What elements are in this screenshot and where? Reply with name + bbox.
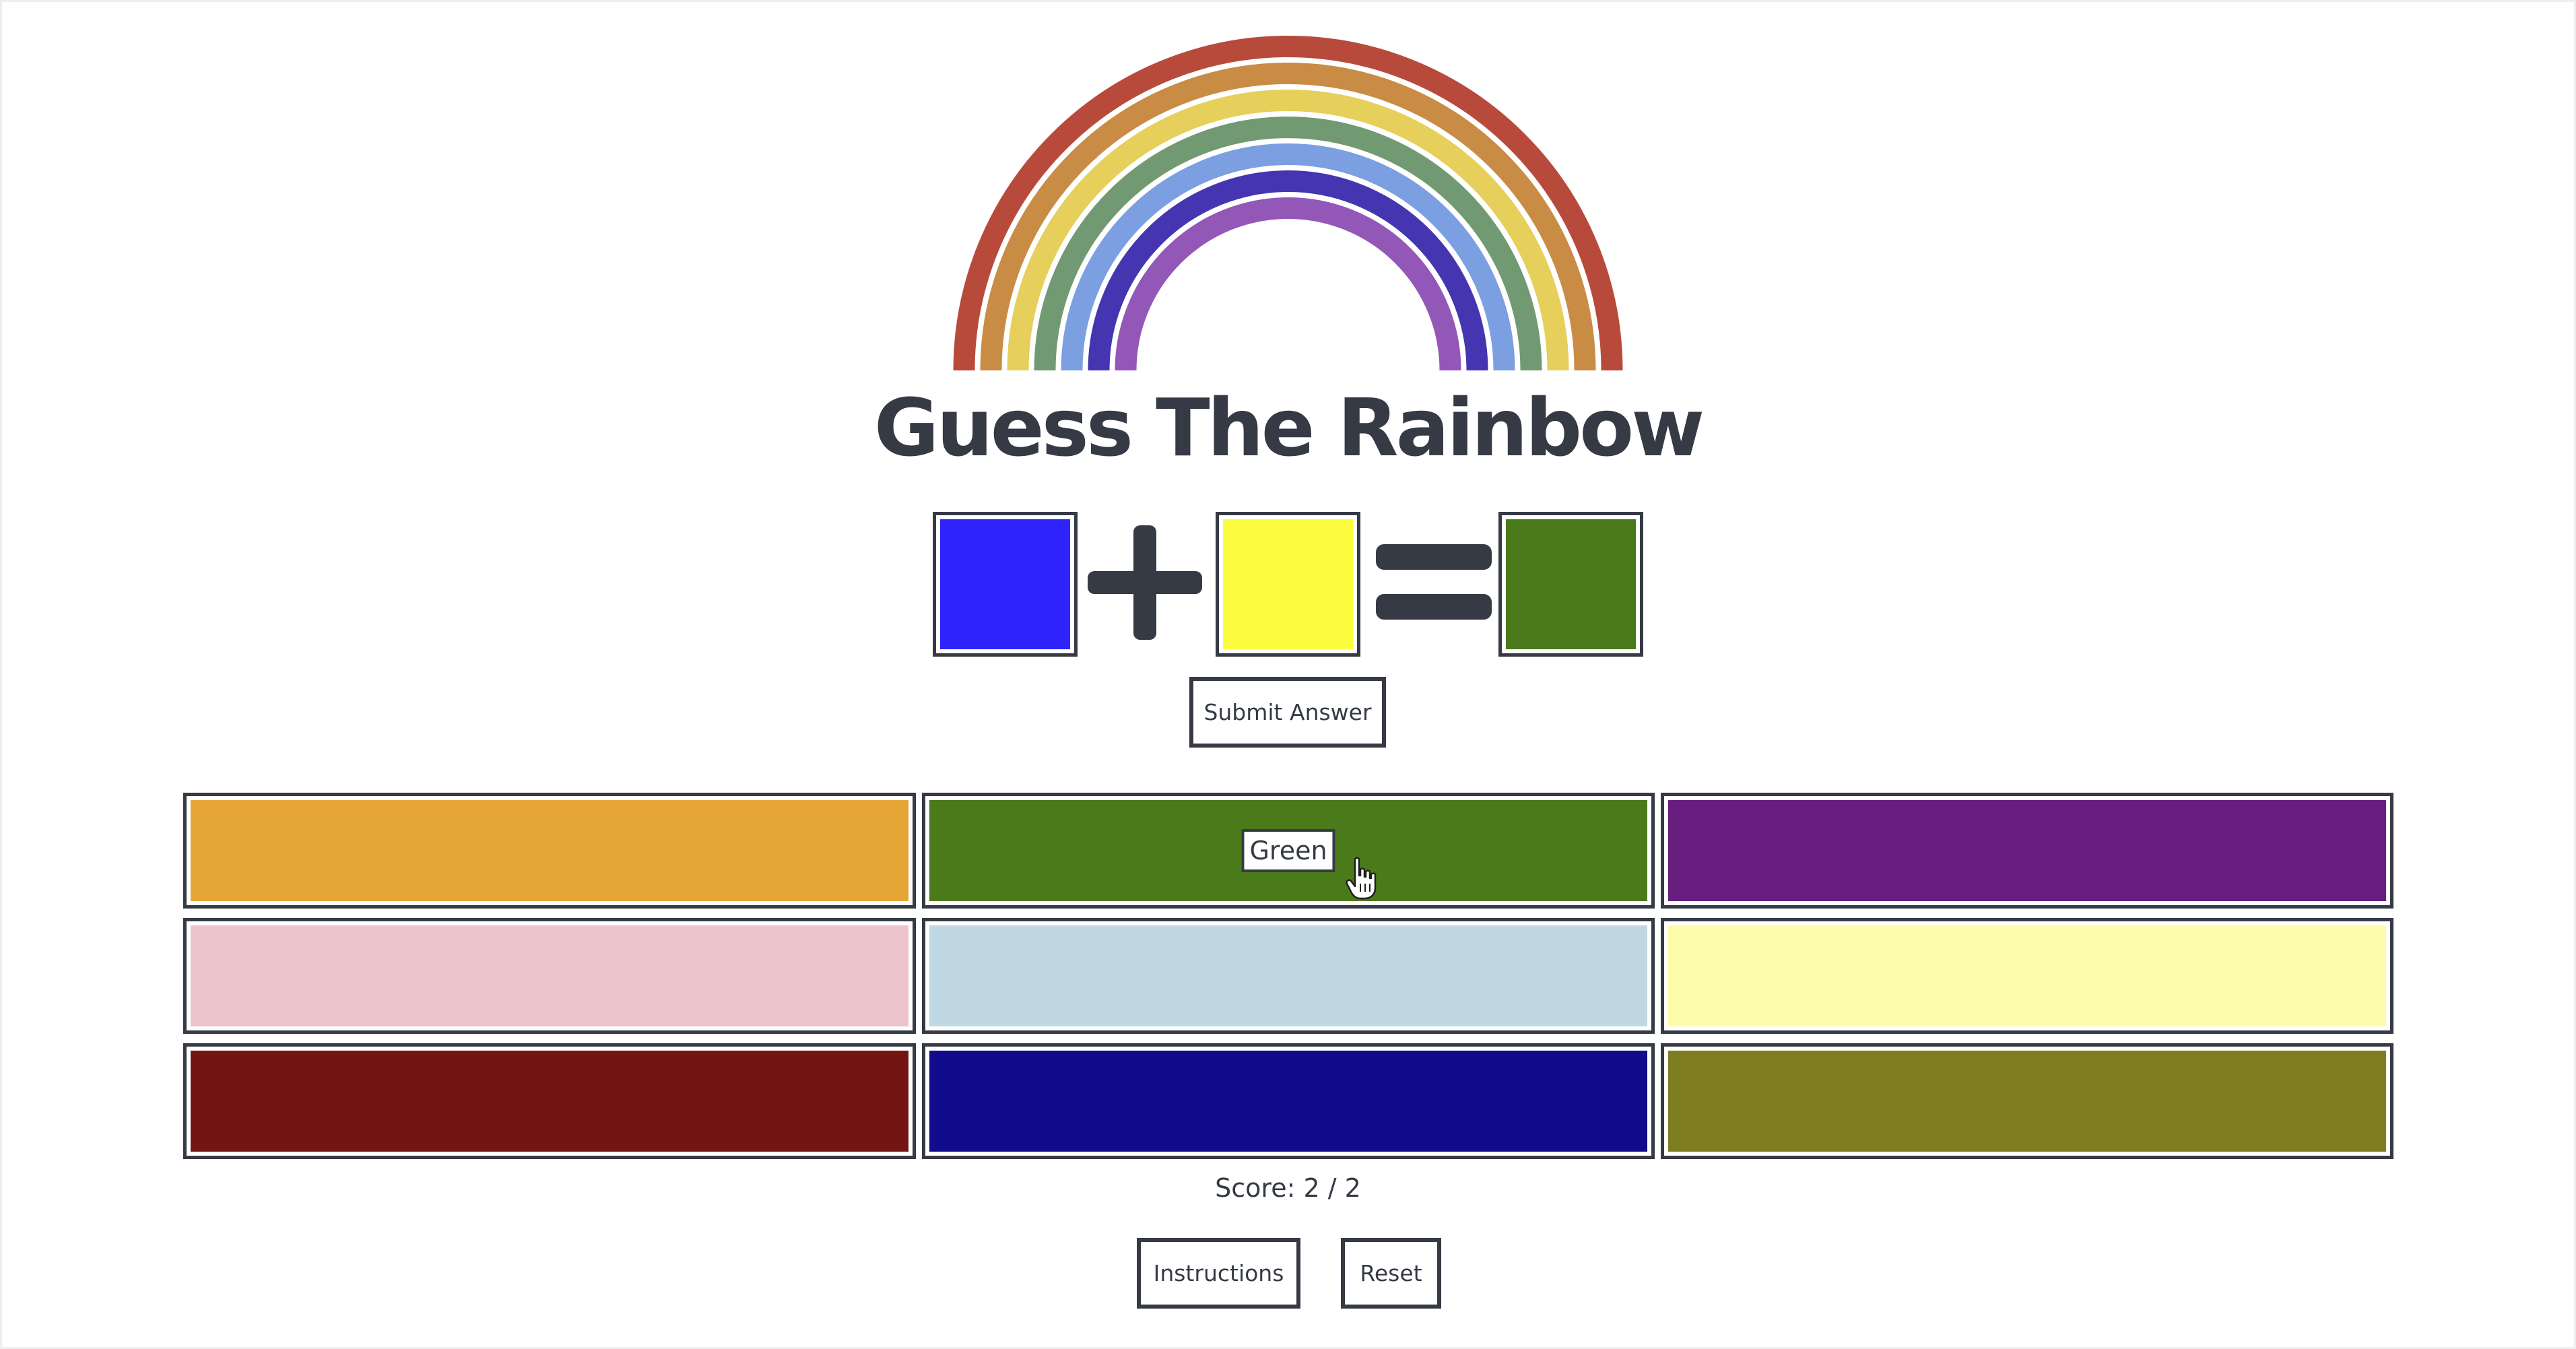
score-text: Score: 2 / 2 (1215, 1173, 1361, 1203)
color-option-8[interactable] (922, 1043, 1655, 1159)
hand-pointer-icon (1346, 857, 1377, 900)
color-option-5[interactable] (922, 918, 1655, 1034)
color-equation (933, 512, 1643, 657)
result-swatch (1498, 512, 1643, 657)
color-option-3[interactable] (1661, 793, 2393, 909)
color-option-fill (191, 925, 909, 1026)
color-option-4[interactable] (183, 918, 916, 1034)
operand-a-color (940, 519, 1070, 649)
page-title: Guess The Rainbow (873, 381, 1705, 474)
result-color (1506, 519, 1636, 649)
operand-b-swatch (1216, 512, 1360, 657)
color-option-fill (1668, 1051, 2386, 1152)
color-option-fill (1668, 800, 2386, 901)
color-options-grid: Green (183, 793, 2393, 1160)
color-option-hover-label: Green (1241, 829, 1335, 872)
instructions-button[interactable]: Instructions (1137, 1238, 1300, 1309)
submit-answer-button[interactable]: Submit Answer (1189, 677, 1386, 748)
color-option-fill (191, 800, 909, 901)
color-option-fill (191, 1051, 909, 1152)
equals-icon (1376, 544, 1492, 620)
color-option-fill (929, 1051, 1647, 1152)
operand-b-color (1223, 519, 1353, 649)
color-option-7[interactable] (183, 1043, 916, 1159)
color-option-9[interactable] (1661, 1043, 2393, 1159)
color-option-fill (1668, 925, 2386, 1026)
color-option-1[interactable] (183, 793, 916, 909)
operand-a-swatch (933, 512, 1078, 657)
color-option-6[interactable] (1661, 918, 2393, 1034)
color-option-2[interactable]: Green (922, 793, 1655, 909)
reset-button[interactable]: Reset (1341, 1238, 1441, 1309)
rainbow-logo (953, 36, 1623, 371)
color-option-fill (929, 925, 1647, 1026)
plus-icon (1088, 525, 1202, 640)
